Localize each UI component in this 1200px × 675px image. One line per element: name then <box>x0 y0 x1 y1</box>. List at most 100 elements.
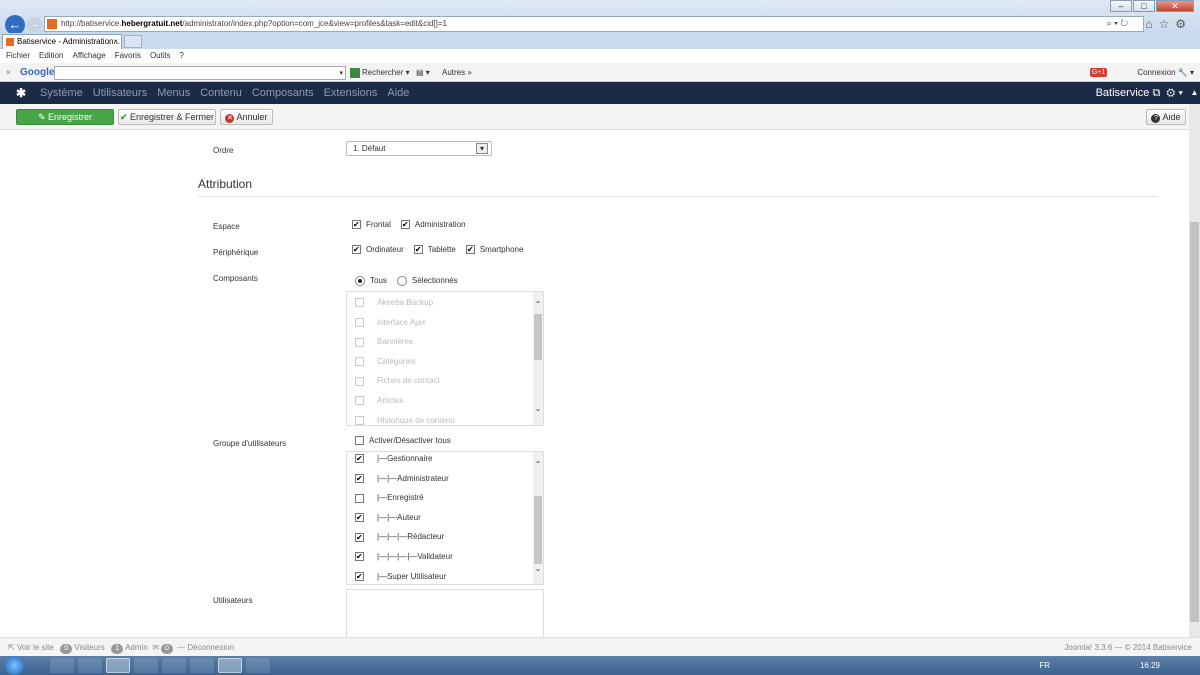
radio-button[interactable] <box>355 276 365 286</box>
star-icon[interactable]: ☆ <box>1158 17 1175 31</box>
gear-icon[interactable]: ⚙ <box>1175 17 1192 31</box>
checkbox[interactable] <box>400 220 410 230</box>
address-bar[interactable]: http://batiservice.hebergratuit.net/admi… <box>44 16 1144 32</box>
start-button[interactable] <box>5 656 24 675</box>
deconnexion-link[interactable]: — Déconnexion <box>177 643 234 652</box>
scroll-up-icon[interactable]: ⌃ <box>533 300 543 309</box>
gear-icon[interactable]: ⚙ ▾ <box>1166 87 1183 99</box>
joomla-menu-item[interactable]: Système <box>40 87 83 99</box>
menu-item[interactable]: Edition <box>39 51 63 60</box>
google-search-input[interactable]: ▾ <box>54 66 346 80</box>
menu-item[interactable]: Affichage <box>72 51 105 60</box>
scrollbar-thumb[interactable] <box>534 314 542 360</box>
list-item[interactable]: |—Gestionnaire <box>355 454 432 464</box>
list-item[interactable]: Fiches de contact <box>355 376 440 386</box>
checkbox[interactable] <box>355 298 364 308</box>
radio-option[interactable]: Tous <box>355 276 387 286</box>
option-peripherique_options[interactable]: Tablette <box>413 245 456 255</box>
maximize-button[interactable]: □ <box>1133 0 1155 12</box>
groupes-list[interactable]: ⌃ ⌄ |—Gestionnaire |—|—Administrateur |—En… <box>346 451 544 585</box>
scrollbar-thumb[interactable] <box>1190 222 1199 622</box>
utilisateurs-field[interactable] <box>346 589 544 637</box>
scroll-up-icon[interactable]: ⌃ <box>533 460 543 469</box>
checkbox[interactable] <box>355 415 364 425</box>
clock[interactable]: 16:29 <box>1140 656 1160 675</box>
gplus-icon[interactable]: G+1 <box>1089 68 1108 78</box>
address-actions[interactable]: ⌕ ▾ ↻ <box>1107 18 1128 29</box>
list-item[interactable]: Akeeba Backup <box>355 298 433 308</box>
scrollbar-thumb[interactable] <box>534 496 542 564</box>
taskbar-app-icon[interactable] <box>106 658 130 673</box>
joomla-menu-item[interactable]: Composants <box>252 87 314 99</box>
list-item[interactable]: Articles <box>355 396 403 406</box>
save-button[interactable]: ✎ Enregistrer <box>16 109 114 125</box>
list-item[interactable]: Catégories <box>355 357 416 367</box>
option-peripherique_options[interactable]: Ordinateur <box>352 245 404 255</box>
checkbox[interactable] <box>355 493 364 503</box>
taskbar-app-icon[interactable] <box>50 658 74 673</box>
checkbox[interactable] <box>355 571 364 581</box>
new-tab-button[interactable] <box>124 35 142 48</box>
joomla-menu-item[interactable]: Menus <box>157 87 190 99</box>
language-indicator[interactable]: FR <box>1039 656 1050 675</box>
checkbox[interactable] <box>355 337 364 347</box>
list-item[interactable]: |—|—Auteur <box>355 513 421 523</box>
checkbox[interactable] <box>355 396 364 406</box>
help-button[interactable]: ? Aide <box>1146 109 1186 125</box>
toggle-all-row[interactable]: Activer/Désactiver tous <box>355 436 451 446</box>
list-item[interactable]: |—|—Administrateur <box>355 474 449 483</box>
option-espace_options[interactable]: Frontal <box>352 220 391 230</box>
checkbox[interactable] <box>355 454 364 464</box>
menu-item[interactable]: Favoris <box>115 51 141 60</box>
checkbox[interactable] <box>413 245 423 255</box>
menu-item[interactable]: Fichier <box>6 51 30 60</box>
close-window-button[interactable]: ✕ <box>1156 0 1194 12</box>
option-espace_options[interactable]: Administration <box>400 220 466 230</box>
chrome-taskbar-icon[interactable] <box>246 658 270 673</box>
joomla-logo-icon[interactable]: ✱ <box>16 82 26 104</box>
joomla-menu-item[interactable]: Contenu <box>200 87 242 99</box>
menu-item[interactable]: Outils <box>150 51 170 60</box>
taskbar-app-icon[interactable] <box>134 658 158 673</box>
autres-button[interactable]: Autres » <box>442 63 472 82</box>
close-tab-icon[interactable]: × <box>113 35 118 48</box>
joomla-menu-item[interactable]: Extensions <box>324 87 378 99</box>
scroll-down-icon[interactable]: ⌄ <box>533 404 543 413</box>
checkbox[interactable] <box>352 220 361 230</box>
toggle-all-checkbox[interactable] <box>355 436 364 446</box>
list-item[interactable]: Interface Ajax <box>355 318 425 327</box>
checkbox[interactable] <box>352 245 361 255</box>
close-toolbar-icon[interactable]: × <box>6 63 11 82</box>
radio-button[interactable] <box>396 276 407 286</box>
list-item[interactable]: |—Super Utilisateur <box>355 572 446 581</box>
list-item[interactable]: |—|—|—Rédacteur <box>355 532 444 542</box>
scroll-down-icon[interactable]: ⌄ <box>533 564 543 573</box>
joomla-menu-item[interactable]: Aide <box>387 87 409 99</box>
rechercher-button[interactable]: Rechercher ▾ <box>350 63 410 82</box>
scroll-up-icon[interactable]: ▲ <box>1189 82 1200 104</box>
menu-item[interactable]: ? <box>179 51 183 60</box>
connexion-area[interactable]: G+1 Connexion 🔧 ▾ <box>1089 63 1194 82</box>
list-scrollbar[interactable]: ⌃ ⌄ <box>533 292 543 425</box>
taskbar-app-icon[interactable] <box>162 658 186 673</box>
minimize-button[interactable]: – <box>1110 0 1132 12</box>
list-item[interactable]: |—|—|—|—Validateur <box>355 552 453 562</box>
checkbox[interactable] <box>355 317 364 327</box>
forward-button[interactable]: → <box>27 17 42 32</box>
back-button[interactable]: ← <box>5 15 25 35</box>
list-item[interactable]: Historique de contenu <box>355 416 455 425</box>
list-scrollbar[interactable]: ⌃ ⌄ <box>533 452 543 584</box>
voir-site-link[interactable]: ⇱ Voir le site <box>8 643 54 652</box>
list-item[interactable]: |—Enregistré <box>355 493 424 503</box>
checkbox[interactable] <box>355 532 364 542</box>
composants-list[interactable]: ⌃ ⌄ Akeeba Backup Interface Ajax Bannières… <box>346 291 544 426</box>
browser-icons[interactable]: ⌂☆⚙ <box>1145 17 1192 31</box>
radio-option[interactable]: Sélectionnés <box>396 276 458 286</box>
checkbox[interactable] <box>355 513 364 523</box>
envelope-icon[interactable]: ✉ <box>152 643 159 652</box>
checkbox[interactable] <box>355 376 364 386</box>
browser-tab[interactable]: Batiservice - Administration... × <box>2 34 122 49</box>
option-peripherique_options[interactable]: Smartphone <box>465 245 523 255</box>
cancel-button[interactable]: ✕ Annuler <box>220 109 273 125</box>
joomla-menu-item[interactable]: Utilisateurs <box>93 87 147 99</box>
